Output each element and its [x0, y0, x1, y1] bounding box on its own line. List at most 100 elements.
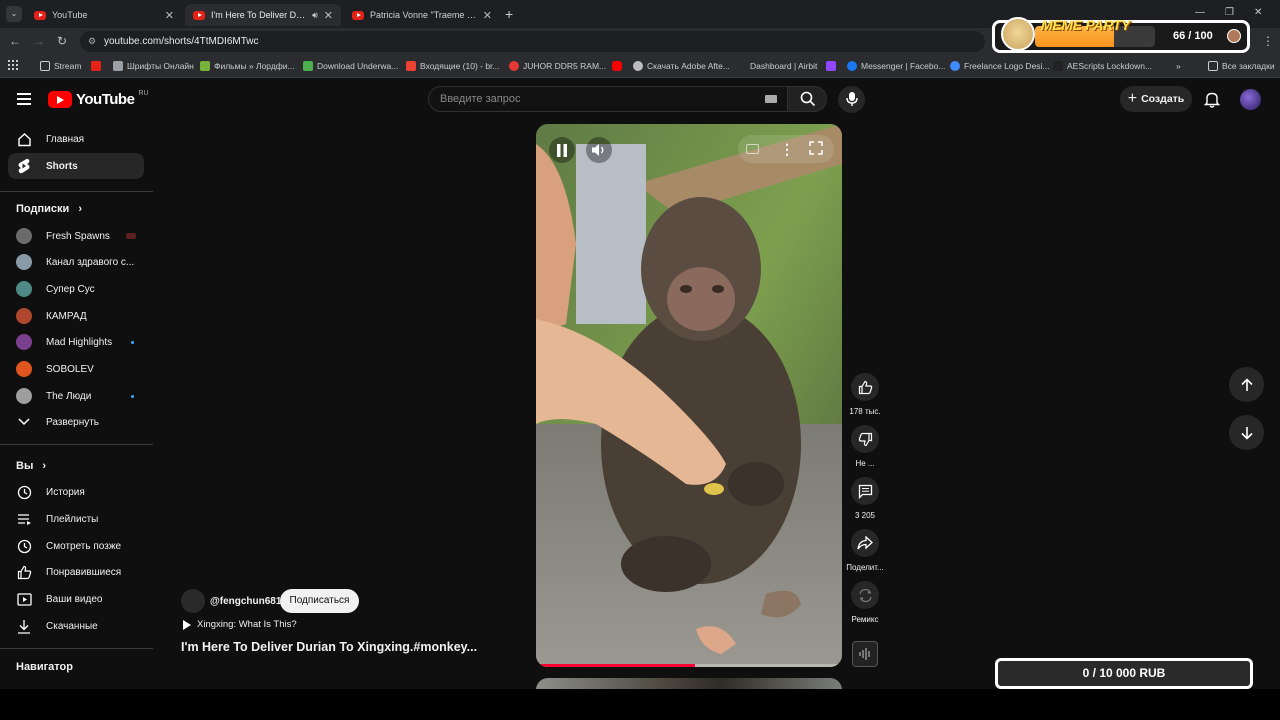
chevron-right-icon: ›: [42, 460, 47, 472]
subscriptions-header[interactable]: Подписки ›: [16, 203, 82, 215]
comments-button[interactable]: [851, 477, 879, 505]
pause-button[interactable]: [549, 137, 575, 163]
channel-avatar: [16, 308, 32, 324]
sidebar-item-shorts[interactable]: Shorts: [8, 153, 144, 179]
account-avatar[interactable]: [1240, 89, 1261, 110]
bookmark-5[interactable]: Входящие (10) - br...: [406, 58, 500, 74]
close-tab-icon[interactable]: ✕: [483, 9, 492, 22]
previous-short-button[interactable]: [1229, 367, 1264, 402]
liked-icon: [16, 564, 32, 580]
bookmark-2[interactable]: Шрифты Онлайн: [113, 58, 194, 74]
close-tab-icon[interactable]: ✕: [324, 9, 333, 22]
folder-icon: [1208, 61, 1218, 71]
volume-button[interactable]: [586, 137, 612, 163]
minimize-icon[interactable]: —: [1195, 7, 1205, 18]
video-progress-bar[interactable]: [536, 664, 842, 667]
sidebar-item-your-videos[interactable]: Ваши видео: [8, 586, 144, 612]
sidebar-expand[interactable]: Развернуть: [8, 409, 144, 435]
share-button[interactable]: [851, 529, 879, 557]
more-options-icon[interactable]: ⋮: [780, 141, 794, 158]
keyboard-icon[interactable]: [765, 95, 777, 103]
sidebar-sub-3[interactable]: КАМРАД: [8, 303, 144, 329]
search-button[interactable]: [787, 86, 827, 112]
fullscreen-icon[interactable]: [809, 141, 823, 158]
notifications-icon[interactable]: [1203, 91, 1221, 111]
sidebar-sub-0[interactable]: Fresh Spawns: [8, 223, 144, 249]
next-short-button[interactable]: [1229, 415, 1264, 450]
channel-handle[interactable]: @fengchun681: [210, 596, 281, 607]
dislike-button[interactable]: [851, 425, 879, 453]
back-icon[interactable]: ←: [7, 33, 23, 49]
tab-title: YouTube: [52, 10, 88, 20]
sidebar-item-liked[interactable]: Понравившиеся: [8, 559, 144, 585]
channel-avatar[interactable]: [181, 589, 205, 613]
bookmark-favicon-icon: [303, 61, 313, 71]
close-window-icon[interactable]: ✕: [1254, 7, 1262, 18]
bookmark-6[interactable]: JUHOR DDR5 RAM...: [509, 58, 606, 74]
bookmark-12[interactable]: Freelance Logo Desi...: [950, 58, 1050, 74]
close-tab-icon[interactable]: ✕: [165, 9, 174, 22]
short-video-player[interactable]: ⋮: [536, 124, 842, 667]
url-field[interactable]: ⚙ youtube.com/shorts/4TtMDI6MTwc: [80, 31, 985, 52]
reload-icon[interactable]: ↻: [54, 33, 70, 49]
new-tab-button[interactable]: +: [505, 6, 513, 22]
channel-avatar: [16, 334, 32, 350]
sidebar-item-home[interactable]: Главная: [8, 126, 144, 152]
sound-row[interactable]: Xingxing: What Is This?: [183, 619, 297, 630]
bookmark-8[interactable]: Скачать Adobe Afte...: [633, 58, 730, 74]
speaker-icon[interactable]: 🔊︎: [312, 10, 318, 21]
captions-icon[interactable]: [746, 144, 759, 154]
bookmark-favicon-icon: [736, 61, 746, 71]
sidebar-sub-4[interactable]: Mad Highlights: [8, 329, 144, 355]
youtube-logo[interactable]: YouTube RU: [48, 90, 149, 108]
sidebar-sub-1[interactable]: Канал здравого с...: [8, 249, 144, 275]
bookmark-11[interactable]: Messenger | Facebo...: [847, 58, 945, 74]
bookmark-favicon-icon: [950, 61, 960, 71]
bookmark-favicon-icon: [113, 61, 123, 71]
menu-icon[interactable]: [17, 93, 31, 105]
forward-icon[interactable]: →: [31, 33, 47, 49]
sidebar-item-playlists[interactable]: Плейлисты: [8, 506, 144, 532]
sidebar-sub-2[interactable]: Супер Сус: [8, 276, 144, 302]
sidebar-sub-6[interactable]: The Люди: [8, 383, 144, 409]
bookmark-0[interactable]: Stream: [40, 58, 81, 74]
chevron-down-icon: [16, 414, 32, 430]
subscribe-button[interactable]: Подписаться: [280, 589, 359, 613]
sidebar-sub-5[interactable]: SOBOLEV: [8, 356, 144, 382]
short-title[interactable]: I'm Here To Deliver Durian To Xingxing.#…: [181, 640, 477, 654]
search-input[interactable]: Введите запрос: [428, 86, 788, 112]
more-bookmarks-icon[interactable]: »: [1176, 58, 1181, 74]
playlists-icon: [16, 511, 32, 527]
you-header[interactable]: Вы ›: [16, 460, 46, 472]
like-button[interactable]: [851, 373, 879, 401]
browser-menu-icon[interactable]: ⋮: [1262, 34, 1274, 48]
bookmark-3[interactable]: Фильмы » Лордфи...: [200, 58, 295, 74]
site-info-icon[interactable]: ⚙: [88, 31, 96, 52]
sidebar-item-downloads[interactable]: Скачанные: [8, 613, 144, 639]
all-bookmarks[interactable]: Все закладки: [1208, 58, 1275, 74]
bookmark-4[interactable]: Download Underwa...: [303, 58, 398, 74]
live-icon: [126, 233, 136, 239]
restore-icon[interactable]: ❐: [1225, 7, 1234, 18]
bookmark-9[interactable]: Dashboard | Airbit: [736, 58, 817, 74]
bookmark-13[interactable]: AEScripts Lockdown...: [1053, 58, 1152, 74]
create-button[interactable]: + Создать: [1120, 86, 1192, 112]
sidebar-divider: [0, 191, 153, 192]
remix-button[interactable]: [851, 581, 879, 609]
browser-tab-1[interactable]: I'm Here To Deliver Durian To 🔊︎ ✕: [185, 4, 341, 26]
browser-tab-0[interactable]: YouTube ✕: [26, 4, 182, 26]
volume-icon: [592, 144, 604, 156]
apps-icon[interactable]: [8, 60, 18, 70]
remix-icon: [858, 588, 872, 602]
tab-search-button[interactable]: ⌄: [6, 6, 22, 22]
sound-thumbnail[interactable]: [852, 641, 878, 667]
voice-search-button[interactable]: [838, 86, 865, 113]
browser-tab-2[interactable]: Patricia Vonne "Traeme Paz" - Y ✕: [344, 4, 500, 26]
bookmark-10[interactable]: [826, 58, 836, 74]
sidebar-item-watch-later[interactable]: Смотреть позже: [8, 533, 144, 559]
youtube-favicon-icon: [34, 10, 46, 20]
bookmark-1[interactable]: [91, 58, 101, 74]
bookmark-7[interactable]: [612, 58, 622, 74]
youtube-favicon-icon: [193, 10, 205, 20]
sidebar-item-history[interactable]: История: [8, 479, 144, 505]
